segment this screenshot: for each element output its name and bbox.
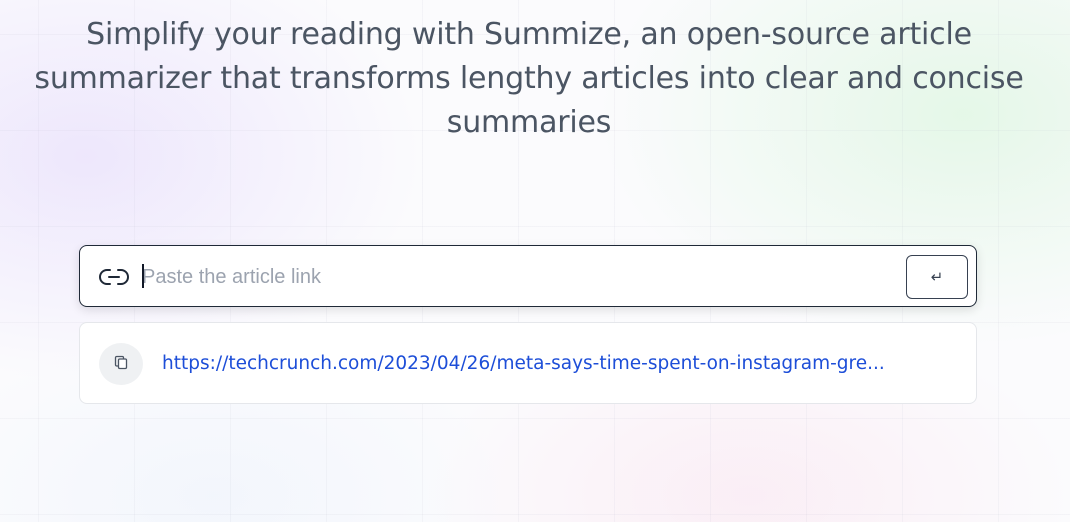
submit-button[interactable]: ↵: [906, 255, 968, 299]
history-item[interactable]: https://techcrunch.com/2023/04/26/meta-s…: [79, 322, 977, 404]
article-link-form: ↵: [79, 245, 977, 307]
copy-button[interactable]: [99, 343, 143, 385]
hero-tagline: Simplify your reading with Summize, an o…: [34, 17, 1024, 140]
article-link-input[interactable]: [142, 260, 898, 294]
history-url[interactable]: https://techcrunch.com/2023/04/26/meta-s…: [162, 351, 952, 377]
link-icon: [98, 266, 130, 288]
copy-icon: [113, 354, 129, 374]
text-cursor: [142, 264, 144, 288]
